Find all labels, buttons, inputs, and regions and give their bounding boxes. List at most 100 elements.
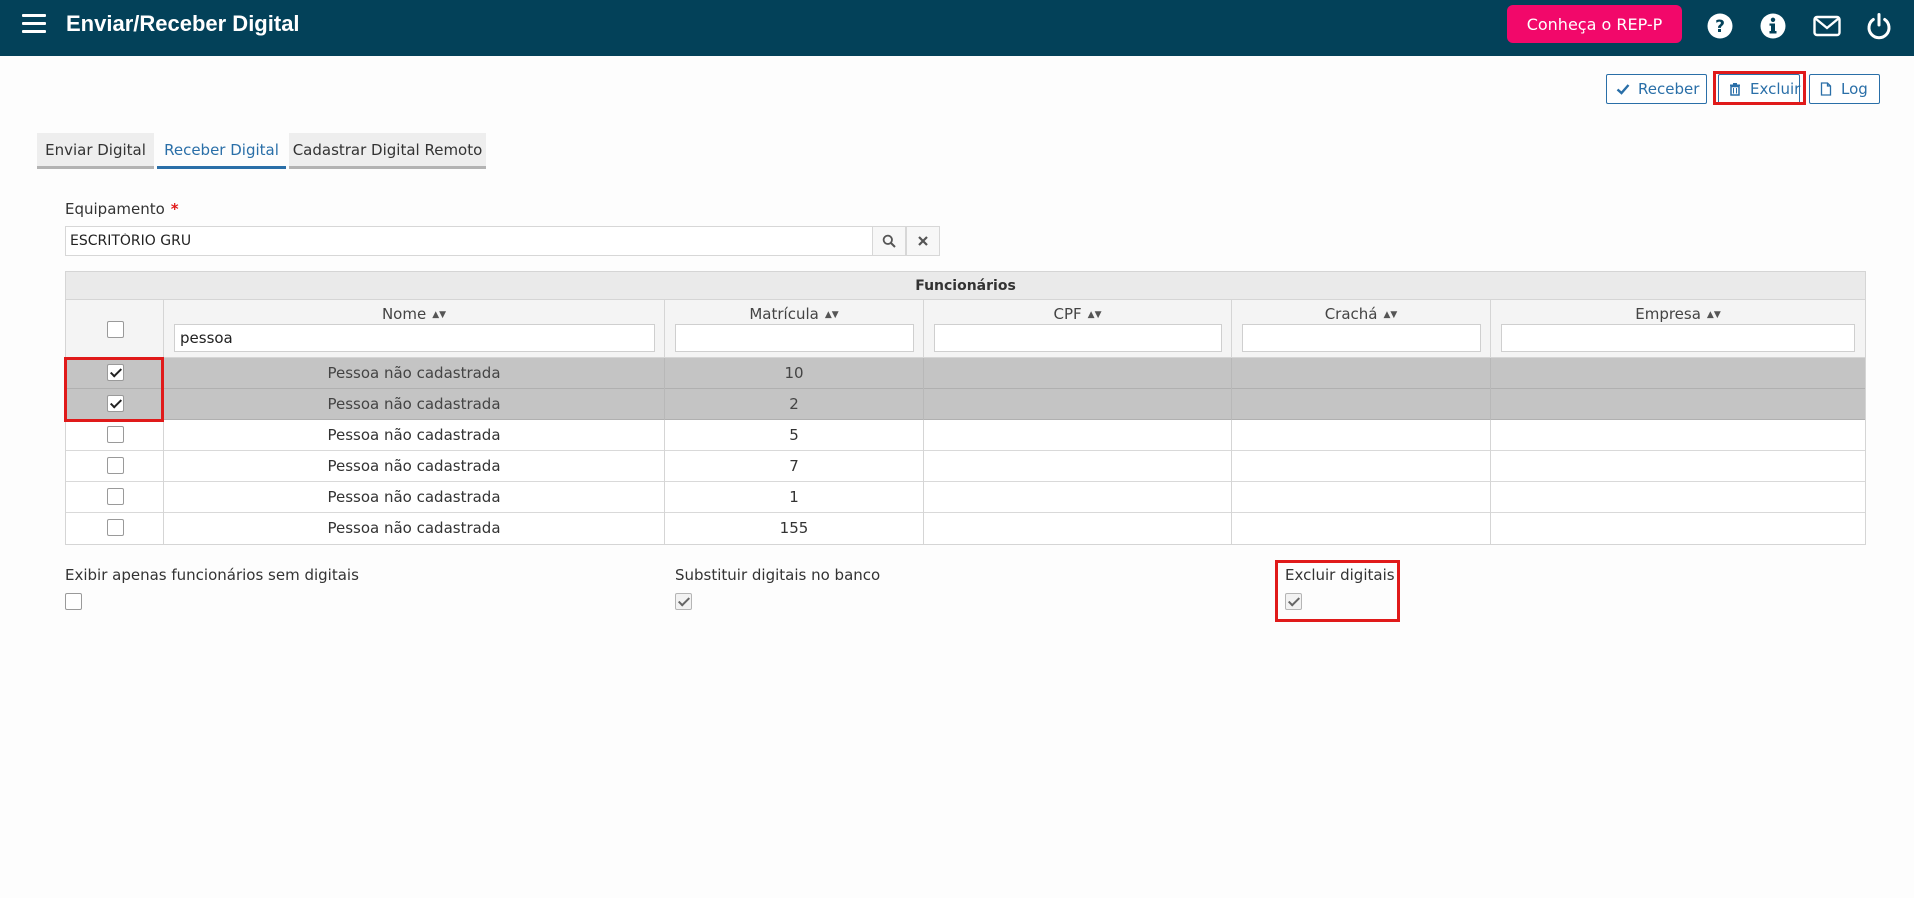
- cell-cracha: [1232, 451, 1491, 482]
- only-without-prints-checkbox[interactable]: [65, 593, 82, 610]
- help-icon[interactable]: ?: [1706, 12, 1734, 40]
- sort-icon[interactable]: ▲▼: [432, 310, 446, 320]
- row-checkbox[interactable]: [107, 488, 124, 505]
- cell-matricula: 5: [665, 420, 924, 451]
- delete-prints-checkbox[interactable]: [1285, 593, 1302, 610]
- empresa-filter-input[interactable]: [1501, 324, 1855, 352]
- cell-nome: Pessoa não cadastrada: [164, 451, 665, 482]
- nome-filter-input[interactable]: [174, 324, 655, 352]
- top-bar: Enviar/Receber Digital Conheça o REP-P ?: [0, 0, 1914, 56]
- cell-empresa: [1491, 482, 1865, 513]
- cell-cracha: [1232, 358, 1491, 389]
- column-nome[interactable]: Nome ▲▼: [164, 300, 665, 358]
- column-cracha[interactable]: Crachá ▲▼: [1232, 300, 1491, 358]
- equipment-label: Equipamento *: [65, 200, 179, 218]
- search-icon: [882, 234, 896, 248]
- select-all-cell: [66, 300, 164, 358]
- cell-cpf: [924, 451, 1232, 482]
- menu-icon[interactable]: [22, 14, 46, 34]
- cell-cracha: [1232, 513, 1491, 544]
- row-checkbox[interactable]: [107, 364, 124, 381]
- column-nome-label: Nome: [381, 305, 427, 323]
- matricula-filter-input[interactable]: [675, 324, 914, 352]
- cell-empresa: [1491, 513, 1865, 544]
- cell-empresa: [1491, 420, 1865, 451]
- info-icon[interactable]: [1759, 12, 1787, 40]
- row-checkbox[interactable]: [107, 426, 124, 443]
- trash-icon: [1728, 82, 1742, 96]
- log-button-label: Log: [1841, 80, 1868, 98]
- equipment-input[interactable]: [65, 226, 873, 256]
- cell-matricula: 1: [665, 482, 924, 513]
- cell-cpf: [924, 358, 1232, 389]
- document-icon: [1819, 82, 1833, 96]
- equipment-label-text: Equipamento: [65, 200, 165, 218]
- cell-nome: Pessoa não cadastrada: [164, 389, 665, 420]
- mail-icon[interactable]: [1813, 12, 1841, 40]
- sort-icon[interactable]: ▲▼: [1383, 310, 1397, 320]
- row-checkbox[interactable]: [107, 395, 124, 412]
- table-row[interactable]: Pessoa não cadastrada 5: [66, 420, 1865, 451]
- table-row[interactable]: Pessoa não cadastrada 155: [66, 513, 1865, 544]
- cell-nome: Pessoa não cadastrada: [164, 420, 665, 451]
- cell-cpf: [924, 482, 1232, 513]
- required-mark: *: [170, 200, 179, 218]
- table-row[interactable]: Pessoa não cadastrada 2: [66, 389, 1865, 420]
- row-checkbox[interactable]: [107, 457, 124, 474]
- select-all-checkbox[interactable]: [107, 321, 124, 338]
- row-checkbox[interactable]: [107, 519, 124, 536]
- cpf-filter-input[interactable]: [934, 324, 1222, 352]
- table-row[interactable]: Pessoa não cadastrada 7: [66, 451, 1865, 482]
- column-matricula[interactable]: Matrícula ▲▼: [665, 300, 924, 358]
- page-title: Enviar/Receber Digital: [66, 11, 300, 36]
- cell-matricula: 2: [665, 389, 924, 420]
- svg-text:?: ?: [1715, 17, 1725, 37]
- tab-receber-digital[interactable]: Receber Digital: [157, 133, 286, 169]
- cell-cpf: [924, 420, 1232, 451]
- column-cpf[interactable]: CPF ▲▼: [924, 300, 1232, 358]
- tab-enviar-digital[interactable]: Enviar Digital: [37, 133, 154, 169]
- cell-cracha: [1232, 420, 1491, 451]
- replace-in-db-checkbox[interactable]: [675, 593, 692, 610]
- replace-in-db-label: Substituir digitais no banco: [675, 566, 881, 584]
- cell-empresa: [1491, 358, 1865, 389]
- equipment-search-button[interactable]: [872, 226, 906, 256]
- only-without-prints-label: Exibir apenas funcionários sem digitais: [65, 566, 359, 584]
- delete-prints-label: Excluir digitais: [1285, 566, 1395, 584]
- column-empresa[interactable]: Empresa ▲▼: [1491, 300, 1865, 358]
- cell-cracha: [1232, 389, 1491, 420]
- cell-cracha: [1232, 482, 1491, 513]
- delete-button[interactable]: Excluir: [1718, 74, 1800, 104]
- table-row[interactable]: Pessoa não cadastrada 1: [66, 482, 1865, 513]
- cell-cpf: [924, 513, 1232, 544]
- sort-icon[interactable]: ▲▼: [825, 310, 839, 320]
- receive-button[interactable]: Receber: [1606, 74, 1707, 104]
- sort-icon[interactable]: ▲▼: [1088, 310, 1102, 320]
- cell-matricula: 155: [665, 513, 924, 544]
- column-cracha-label: Crachá: [1324, 305, 1378, 323]
- log-button[interactable]: Log: [1809, 74, 1880, 104]
- column-cpf-label: CPF: [1053, 305, 1082, 323]
- table-row[interactable]: Pessoa não cadastrada 10: [66, 358, 1865, 389]
- equipment-clear-button[interactable]: [906, 226, 940, 256]
- cell-matricula: 7: [665, 451, 924, 482]
- cell-nome: Pessoa não cadastrada: [164, 482, 665, 513]
- close-icon: [918, 236, 928, 246]
- cracha-filter-input[interactable]: [1242, 324, 1481, 352]
- column-matricula-label: Matrícula: [749, 305, 819, 323]
- table-title: Funcionários: [66, 272, 1865, 300]
- receive-button-label: Receber: [1638, 80, 1700, 98]
- tab-cadastrar-digital-remoto[interactable]: Cadastrar Digital Remoto: [289, 133, 486, 169]
- cell-cpf: [924, 389, 1232, 420]
- power-icon[interactable]: [1865, 12, 1893, 40]
- rep-p-promo-button[interactable]: Conheça o REP-P: [1507, 5, 1682, 43]
- table-header-row: Nome ▲▼ Matrícula ▲▼ CPF ▲▼ Crachá ▲▼ Empres…: [66, 300, 1865, 358]
- delete-button-label: Excluir: [1750, 80, 1801, 98]
- cell-nome: Pessoa não cadastrada: [164, 358, 665, 389]
- cell-matricula: 10: [665, 358, 924, 389]
- cell-nome: Pessoa não cadastrada: [164, 513, 665, 544]
- column-empresa-label: Empresa: [1635, 305, 1701, 323]
- cell-empresa: [1491, 389, 1865, 420]
- check-icon: [1616, 82, 1630, 96]
- sort-icon[interactable]: ▲▼: [1707, 310, 1721, 320]
